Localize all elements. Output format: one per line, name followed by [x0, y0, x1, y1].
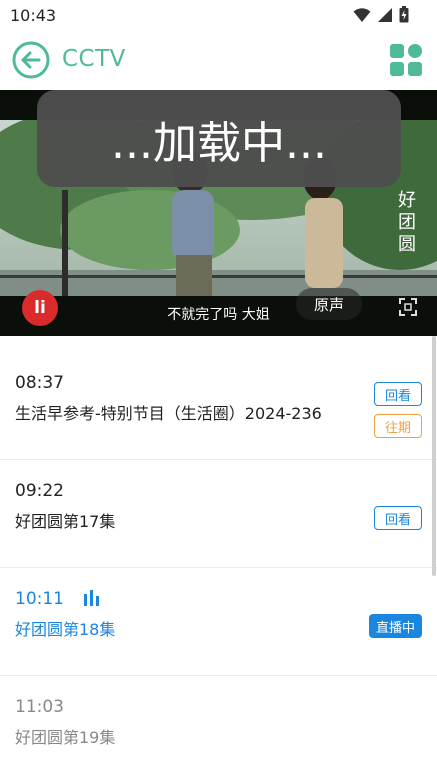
wifi-icon: [353, 7, 371, 22]
program-item[interactable]: 08:37 生活早参考-特别节目（生活圈）2024-236 回看 往期: [0, 352, 437, 460]
signal-icon: [378, 7, 392, 22]
live-now-badge[interactable]: 直播中: [368, 614, 422, 638]
video-subtitle: 不就完了吗 大姐: [167, 307, 270, 323]
video-player[interactable]: 好团圆 ...加载中... li 不就完了吗 大姐 原声: [0, 90, 437, 336]
audio-track-button[interactable]: 原声: [296, 288, 362, 320]
status-icons: [353, 6, 409, 23]
status-time: 10:43: [10, 6, 57, 25]
replay-button[interactable]: 回看: [374, 506, 422, 530]
program-list: 08:37 生活早参考-特别节目（生活圈）2024-236 回看 往期 09:2…: [0, 352, 437, 777]
program-time: 09:22: [15, 481, 64, 501]
scrollbar[interactable]: [432, 336, 436, 576]
app-header: CCTV: [0, 30, 437, 90]
loading-toast: ...加载中...: [37, 90, 401, 187]
battery-icon: [399, 6, 409, 23]
back-arrow-icon[interactable]: [12, 41, 50, 79]
loading-text: ...加载中...: [111, 117, 327, 169]
program-time: 11:03: [15, 697, 64, 717]
program-title: 好团圆第17集: [15, 512, 116, 531]
live-bars-icon: [84, 590, 99, 606]
program-time: 08:37: [15, 373, 64, 393]
program-time: 10:11: [15, 589, 64, 609]
program-item[interactable]: 09:22 好团圆第17集 回看: [0, 460, 437, 568]
video-watermark: 好团圆: [398, 190, 416, 255]
program-item[interactable]: 11:03 好团圆第19集: [0, 676, 437, 777]
program-item-live[interactable]: 10:11 好团圆第18集 直播中: [0, 568, 437, 676]
grid-icon[interactable]: [389, 43, 423, 77]
program-title: 好团圆第19集: [15, 728, 116, 747]
page-title: CCTV: [62, 46, 126, 72]
past-episodes-button[interactable]: 往期: [374, 414, 422, 438]
program-title: 生活早参考-特别节目（生活圈）2024-236: [15, 404, 322, 423]
status-bar: 10:43: [0, 0, 437, 30]
fullscreen-icon[interactable]: [399, 298, 417, 316]
program-title: 好团圆第18集: [15, 620, 116, 639]
replay-button[interactable]: 回看: [374, 382, 422, 406]
